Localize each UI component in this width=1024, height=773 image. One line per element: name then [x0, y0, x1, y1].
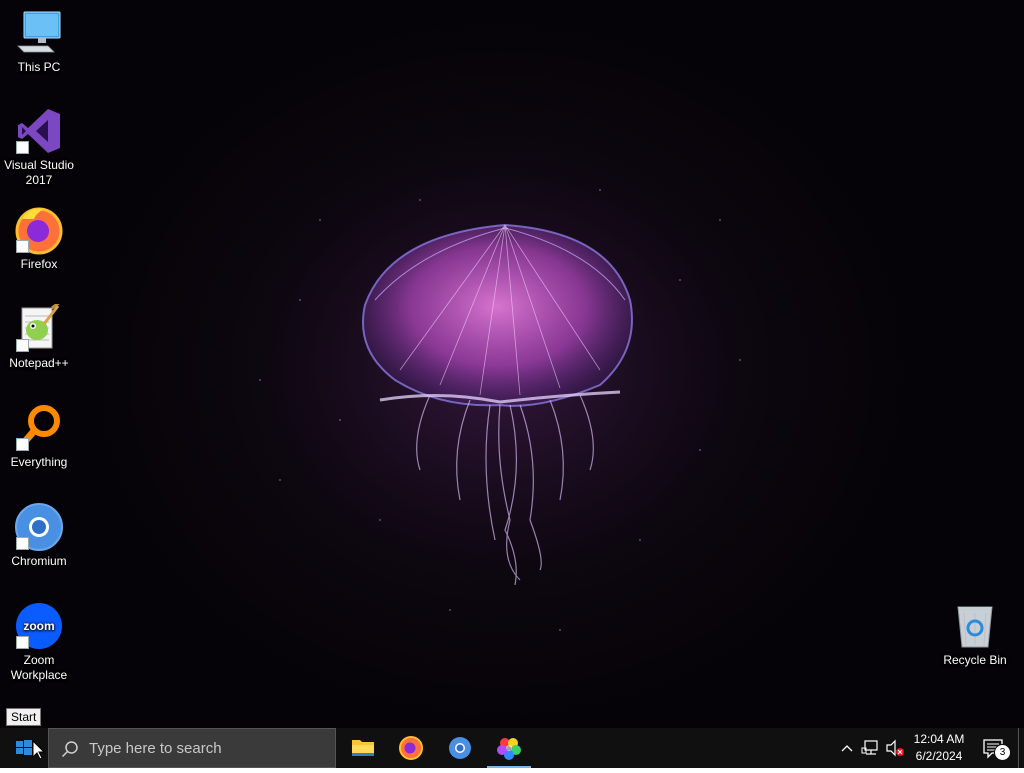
taskbar: Type here to search 12:04 AM 6/2/2024 3	[0, 728, 1024, 768]
shortcut-arrow-icon	[16, 141, 29, 154]
desktop-icon-label: Firefox	[20, 257, 58, 271]
recycle-bin-icon	[950, 601, 1000, 651]
folder-icon	[352, 740, 374, 756]
desktop-icon-everything[interactable]: Everything	[1, 403, 77, 470]
show-hidden-icons-button[interactable]	[838, 728, 856, 768]
search-placeholder: Type here to search	[89, 740, 222, 757]
visual-studio-icon	[14, 106, 64, 156]
chromium-icon	[14, 502, 64, 552]
taskbar-app-firefox[interactable]	[387, 728, 435, 768]
desktop-icon-label: Zoom Workplace	[10, 653, 68, 682]
desktop-icon-this-pc[interactable]: This PC	[1, 8, 77, 75]
taskbar-app-chromium[interactable]	[436, 728, 484, 768]
desktop-icon-label: Chromium	[11, 554, 67, 568]
action-center-button[interactable]: 3	[980, 728, 1011, 768]
everything-search-icon	[14, 403, 64, 453]
desktop-icon-notepad-plus-plus[interactable]: Notepad++	[1, 300, 77, 371]
chromium-icon	[449, 737, 471, 759]
search-icon	[61, 741, 78, 758]
desktop-icon-visual-studio[interactable]: Visual Studio 2017	[1, 106, 77, 188]
computer-icon	[14, 8, 64, 58]
notification-count-badge: 3	[994, 744, 1011, 761]
desktop-icon-chromium[interactable]: Chromium	[1, 502, 77, 569]
shortcut-arrow-icon	[16, 537, 29, 550]
taskbar-clock[interactable]: 12:04 AM 6/2/2024	[902, 731, 976, 765]
shortcut-arrow-icon	[16, 636, 29, 649]
taskbar-app-file-explorer[interactable]	[339, 728, 387, 768]
clock-time: 12:04 AM	[913, 732, 965, 746]
color-wheel-icon	[497, 738, 521, 760]
shortcut-arrow-icon	[16, 240, 29, 253]
desktop-icon-label: This PC	[17, 60, 61, 74]
desktop-icon-label: Visual Studio 2017	[4, 158, 74, 187]
shortcut-arrow-icon	[16, 339, 29, 352]
chevron-up-icon	[841, 745, 853, 752]
firefox-icon	[14, 205, 64, 255]
jellyfish-wallpaper	[200, 100, 800, 631]
show-desktop-button[interactable]	[1018, 728, 1024, 768]
desktop-icon-zoom[interactable]: zoom Zoom Workplace	[1, 601, 77, 683]
desktop-icon-label: Recycle Bin	[943, 653, 1007, 667]
start-tooltip: Start	[6, 708, 42, 726]
windows-logo-icon	[16, 739, 46, 760]
start-button[interactable]	[0, 728, 48, 768]
taskbar-search-box[interactable]: Type here to search	[48, 728, 336, 768]
taskbar-app-photos[interactable]	[485, 728, 533, 768]
firefox-icon	[399, 736, 423, 760]
desktop-icon-recycle-bin[interactable]: Recycle Bin	[937, 601, 1013, 668]
shortcut-arrow-icon	[16, 438, 29, 451]
network-status[interactable]	[860, 728, 882, 768]
svg-text:zoom: zoom	[23, 619, 54, 633]
desktop-icon-firefox[interactable]: Firefox	[1, 205, 77, 272]
network-icon	[861, 740, 878, 755]
notepad-plus-plus-icon	[14, 300, 64, 354]
desktop-icon-label: Notepad++	[9, 356, 69, 370]
zoom-icon: zoom	[14, 601, 64, 651]
desktop[interactable]: This PC Visual Studio 2017 Firefox Notep…	[0, 0, 1024, 728]
desktop-icon-label: Everything	[10, 455, 68, 469]
clock-date: 6/2/2024	[915, 749, 963, 763]
